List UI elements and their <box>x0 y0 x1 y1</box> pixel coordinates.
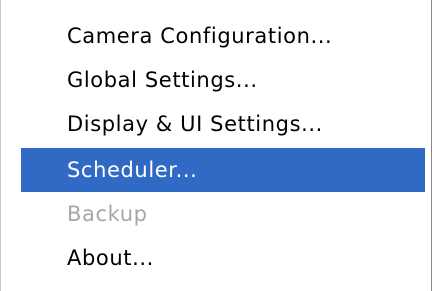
menu-item-display-ui-settings[interactable]: Display & UI Settings... <box>21 102 425 146</box>
menu-item-scheduler[interactable]: Scheduler... <box>21 148 425 192</box>
menu-item-global-settings[interactable]: Global Settings... <box>21 58 425 102</box>
context-menu: Camera Configuration... Global Settings.… <box>0 0 432 291</box>
menu-item-camera-configuration[interactable]: Camera Configuration... <box>21 14 425 58</box>
menu-item-about[interactable]: About... <box>21 236 425 280</box>
menu-item-backup: Backup <box>67 202 148 226</box>
